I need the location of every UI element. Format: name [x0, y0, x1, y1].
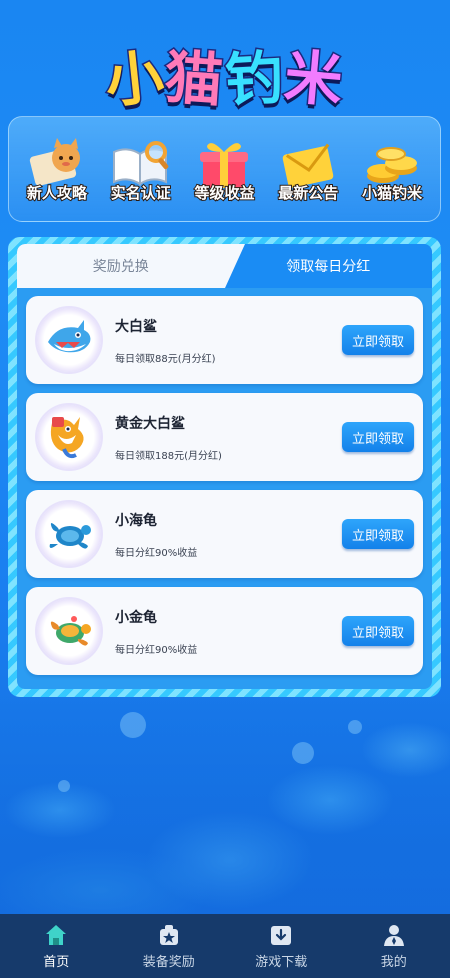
- nav-download[interactable]: 游戏下载: [225, 914, 338, 978]
- equipment-icon: [159, 924, 178, 945]
- tab-bar: 奖励兑换 领取每日分红: [17, 244, 432, 288]
- nav-label: 首页: [43, 954, 70, 970]
- menu-item-coins[interactable]: 小猫钓米: [351, 138, 433, 203]
- menu-label: 新人攻略: [26, 183, 88, 203]
- menu-item-guide[interactable]: 新人攻略: [16, 138, 98, 203]
- logo-char: 小: [101, 41, 171, 118]
- tab-daily-dividend[interactable]: 领取每日分红: [224, 244, 432, 288]
- reward-card: 大白鲨 每日领取88元(月分红) 立即领取: [26, 296, 423, 384]
- quick-menu: 新人攻略 实名认证 等级收益 最新公告 小猫钓米: [8, 116, 441, 222]
- reward-avatar: [37, 599, 101, 663]
- claim-button[interactable]: 立即领取: [342, 616, 414, 646]
- menu-item-level[interactable]: 等级收益: [183, 138, 265, 203]
- reward-card: 黄金大白鲨 每日领取188元(月分红) 立即领取: [26, 393, 423, 481]
- nav-home[interactable]: 首页: [0, 914, 113, 978]
- bubble-decoration: [120, 712, 146, 738]
- nav-label: 装备奖励: [142, 954, 195, 970]
- nav-equipment[interactable]: 装备奖励: [113, 914, 226, 978]
- shark-icon: [48, 320, 91, 353]
- tab-reward-exchange[interactable]: 奖励兑换: [17, 244, 244, 288]
- nav-label: 我的: [380, 954, 407, 970]
- bubble-decoration: [58, 780, 70, 792]
- reward-card: 小海龟 每日分红90%收益 立即领取: [26, 490, 423, 578]
- menu-label: 小猫钓米: [361, 183, 423, 203]
- logo-char: 钓: [222, 42, 288, 116]
- claim-button[interactable]: 立即领取: [342, 422, 414, 452]
- download-icon: [271, 925, 292, 945]
- menu-label: 等级收益: [193, 183, 255, 203]
- seafloor-background: [0, 690, 450, 915]
- bubble-decoration: [292, 742, 314, 764]
- nav-profile[interactable]: 我的: [338, 914, 450, 978]
- profile-icon: [383, 924, 404, 946]
- menu-label: 最新公告: [277, 183, 339, 203]
- rewards-frame: 奖励兑换 领取每日分红 大白鲨 每日领取88元(月分红) 立即领取 黄金大白鲨 …: [8, 237, 441, 697]
- reward-avatar: [37, 405, 101, 469]
- reward-list: 大白鲨 每日领取88元(月分红) 立即领取 黄金大白鲨 每日领取188元(月分红…: [17, 288, 432, 675]
- claim-button[interactable]: 立即领取: [342, 325, 414, 355]
- rewards-panel: 奖励兑换 领取每日分红 大白鲨 每日领取88元(月分红) 立即领取 黄金大白鲨 …: [17, 244, 432, 689]
- golden-turtle-icon: [50, 616, 91, 646]
- menu-item-verify[interactable]: 实名认证: [100, 138, 182, 203]
- reward-avatar: [37, 502, 101, 566]
- logo-char: 猫: [161, 41, 229, 116]
- reward-card: 小金龟 每日分红90%收益 立即领取: [26, 587, 423, 675]
- sea-turtle-icon: [49, 523, 91, 549]
- logo-char: 米: [280, 41, 349, 117]
- reward-avatar: [37, 308, 101, 372]
- app-logo: 小猫钓米: [0, 32, 450, 118]
- nav-label: 游戏下载: [255, 954, 308, 970]
- menu-label: 实名认证: [110, 183, 172, 203]
- bottom-nav: 首页 装备奖励 游戏下载 我的: [0, 914, 450, 978]
- menu-item-notice[interactable]: 最新公告: [267, 138, 349, 203]
- claim-button[interactable]: 立即领取: [342, 519, 414, 549]
- golden-shark-icon: [50, 417, 84, 459]
- bubble-decoration: [348, 720, 362, 734]
- home-icon: [46, 924, 67, 945]
